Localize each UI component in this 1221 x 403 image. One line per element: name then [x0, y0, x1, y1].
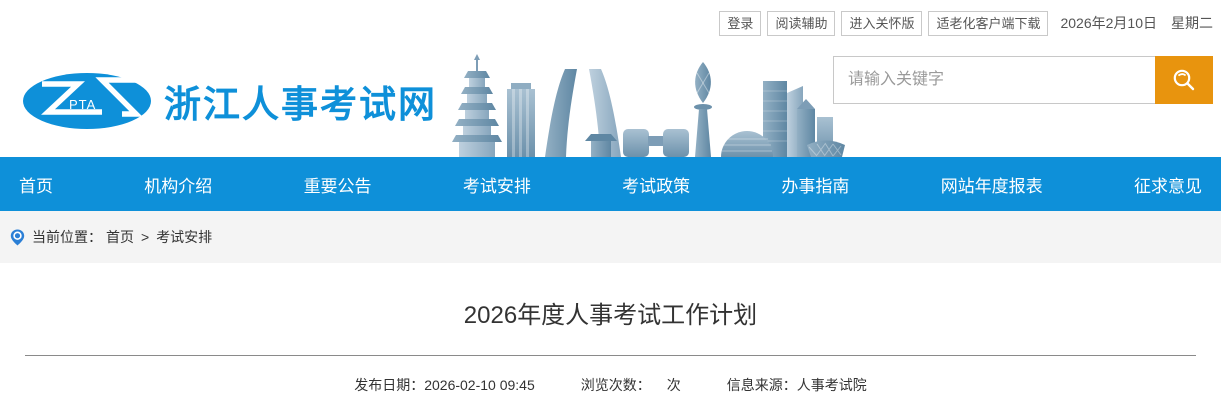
site-logo[interactable]: PTA 浙江人事考试网 [22, 45, 437, 156]
nav-item-exam-policy[interactable]: 考试政策 [616, 168, 696, 201]
location-pin-icon [10, 229, 25, 246]
article-title: 2026年度人事考试工作计划 [0, 299, 1221, 332]
article-meta: 发布日期：2026-02-10 09:45 浏览次数： 次 信息来源：人事考试院 [0, 375, 1221, 395]
main-nav: 首页 机构介绍 重要公告 考试安排 考试政策 办事指南 网站年度报表 征求意见 [0, 157, 1221, 211]
nav-item-home[interactable]: 首页 [13, 168, 59, 201]
nav-item-about[interactable]: 机构介绍 [138, 168, 218, 201]
breadcrumb-label: 当前位置： [32, 227, 102, 247]
logo-text: PTA [69, 97, 96, 112]
breadcrumb-separator: > [141, 229, 149, 245]
site-search [833, 56, 1213, 104]
publish-date-group: 发布日期：2026-02-10 09:45 [354, 375, 535, 395]
current-date-text: 2026年2月10日 星期二 [1060, 13, 1213, 33]
breadcrumb: 当前位置： 首页 > 考试安排 [0, 211, 1221, 263]
nav-item-service-guide[interactable]: 办事指南 [775, 168, 855, 201]
nav-item-feedback[interactable]: 征求意见 [1128, 168, 1208, 201]
view-count-group: 浏览次数： 次 [581, 375, 681, 395]
reading-aid-link[interactable]: 阅读辅助 [767, 11, 835, 36]
login-link[interactable]: 登录 [719, 11, 761, 36]
site-header: PTA 浙江人事考试网 [0, 46, 1221, 157]
nav-item-annual-report[interactable]: 网站年度报表 [935, 168, 1049, 201]
view-count-label: 浏览次数： [581, 377, 651, 393]
magnifier-icon [1171, 67, 1197, 93]
publish-date-label: 发布日期： [354, 377, 424, 393]
title-divider [25, 355, 1196, 356]
info-source-value: 人事考试院 [797, 377, 867, 393]
nav-item-exam-schedule[interactable]: 考试安排 [457, 168, 537, 201]
elderly-client-download-link[interactable]: 适老化客户端下载 [928, 11, 1048, 36]
info-source-group: 信息来源：人事考试院 [727, 375, 867, 395]
publish-date-value: 2026-02-10 09:45 [424, 377, 535, 393]
breadcrumb-home-link[interactable]: 首页 [106, 227, 134, 247]
info-source-label: 信息来源： [727, 377, 797, 393]
view-count-value: 次 [667, 377, 681, 393]
article-content: 2026年度人事考试工作计划 发布日期：2026-02-10 09:45 浏览次… [0, 299, 1221, 395]
search-input[interactable] [833, 56, 1155, 104]
nav-item-notices[interactable]: 重要公告 [298, 168, 378, 201]
search-button[interactable] [1155, 56, 1213, 104]
site-name: 浙江人事考试网 [164, 74, 437, 128]
top-utility-bar: 登录 阅读辅助 进入关怀版 适老化客户端下载 2026年2月10日 星期二 [0, 0, 1221, 46]
breadcrumb-current-link[interactable]: 考试安排 [156, 227, 212, 247]
zpta-logo-icon: PTA [22, 72, 152, 130]
city-skyline-illustration [445, 53, 845, 157]
care-version-link[interactable]: 进入关怀版 [841, 11, 922, 36]
